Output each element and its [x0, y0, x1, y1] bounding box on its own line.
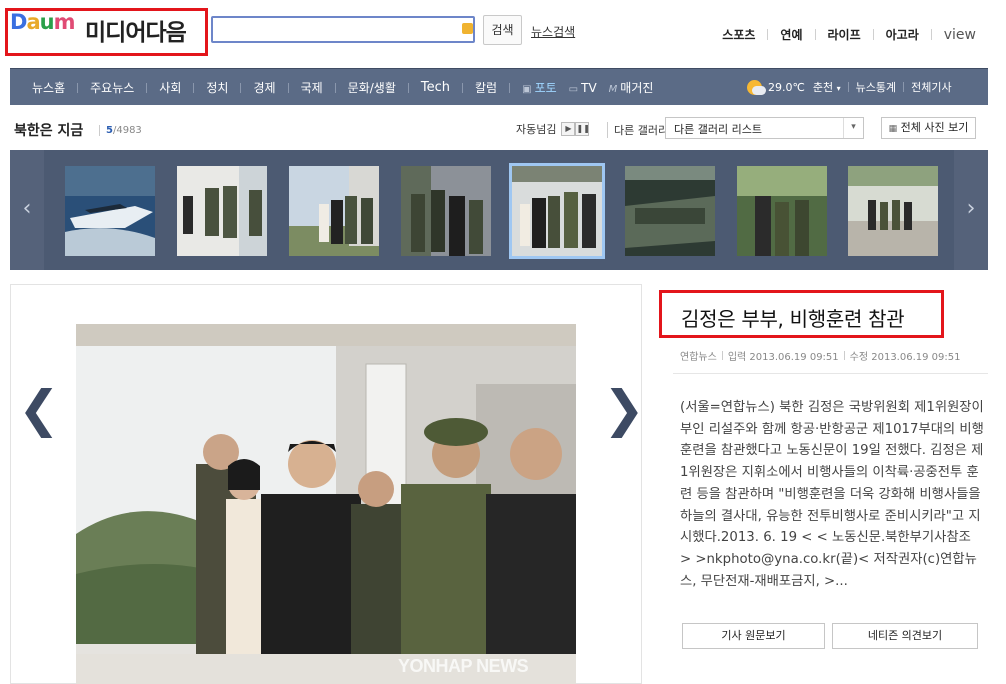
divider	[240, 82, 242, 93]
view-comments-button[interactable]: 네티즌 의견보기	[832, 623, 978, 649]
photo-prev-arrow-icon[interactable]: ❮	[18, 380, 60, 438]
thumbnail-5-selected[interactable]	[509, 163, 605, 259]
nav-item-politics[interactable]: 정치	[200, 79, 234, 96]
divider	[903, 82, 905, 92]
nav-right: 29.0℃ 춘천 ▾ 뉴스통계 전체기사	[747, 79, 952, 95]
nav-items: 뉴스홈 주요뉴스 사회 정치 경제 국제 문화/생활 Tech 칼럼 ▣ 포토 ▭…	[26, 79, 659, 96]
news-search-link[interactable]: 뉴스검색	[531, 23, 575, 40]
top-link-sports[interactable]: 스포츠	[710, 26, 767, 43]
autoplay-label: 자동넘김	[516, 123, 557, 136]
main-photo: YONHAP NEWS	[76, 324, 576, 684]
magazine-icon: M	[608, 84, 618, 95]
chevron-down-icon: ▾	[843, 118, 863, 138]
thumbnail-7[interactable]	[737, 166, 827, 256]
thumbnail-6[interactable]	[625, 166, 715, 256]
thumbnail-image-waving	[737, 166, 827, 256]
nav-item-magazine[interactable]: M 매거진	[603, 79, 660, 96]
thumbnail-image-walking	[848, 166, 938, 256]
nav-item-photo[interactable]: ▣ 포토	[516, 79, 563, 96]
weather-sun-cloud-icon	[747, 79, 766, 95]
thumbnail-1[interactable]	[65, 166, 155, 256]
gallery-counter: 5/4983	[99, 125, 142, 136]
divider	[77, 82, 79, 93]
media-daum-logo-text[interactable]: 미디어다음	[85, 13, 187, 47]
weather-city[interactable]: 춘천 ▾	[813, 79, 841, 95]
top-link-life[interactable]: 라이프	[816, 26, 873, 43]
nav-item-society[interactable]: 사회	[153, 79, 187, 96]
nav-item-news-home[interactable]: 뉴스홈	[26, 79, 71, 96]
thumbnail-image-group	[289, 166, 379, 256]
divider	[334, 82, 336, 93]
thumbnail-image-balcony	[512, 166, 602, 256]
photo-watermark: YONHAP NEWS	[398, 656, 529, 676]
daum-logo[interactable]: Daum	[10, 10, 75, 34]
thumbnail-4[interactable]	[401, 166, 491, 256]
view-original-article-button[interactable]: 기사 원문보기	[682, 623, 825, 649]
top-links: 스포츠 연예 라이프 아고라 view	[710, 26, 976, 43]
thumbnail-8[interactable]	[848, 166, 938, 256]
thumbnail-3[interactable]	[289, 166, 379, 256]
nav-item-tech[interactable]: Tech	[415, 80, 456, 95]
article-meta: 연합뉴스 입력 2013.06.19 09:51 수정 2013.06.19 0…	[680, 348, 961, 363]
divider	[287, 82, 289, 93]
tv-icon: ▭	[568, 83, 579, 95]
search-dropdown-icon[interactable]	[462, 23, 473, 34]
nav-item-column[interactable]: 칼럼	[469, 79, 503, 96]
divider	[673, 373, 988, 374]
nav-all-articles[interactable]: 전체기사	[911, 79, 951, 95]
autoplay-control: 자동넘김 ▶ ❚❚	[516, 121, 590, 137]
top-link-entertainment[interactable]: 연예	[768, 26, 814, 43]
top-link-view[interactable]: view	[932, 27, 976, 43]
article-body: (서울=연합뉴스) 북한 김정은 국방위원회 제1위원장이 부인 리설주와 함께…	[680, 400, 984, 589]
divider	[146, 82, 148, 93]
search-input[interactable]	[211, 16, 475, 43]
nav-item-tv[interactable]: ▭ TV	[563, 81, 603, 95]
photo-next-arrow-icon[interactable]: ❯	[603, 380, 645, 438]
weather-temp: 29.0℃	[768, 80, 805, 94]
nav-item-economy[interactable]: 경제	[247, 79, 281, 96]
nav-item-top-news[interactable]: 주요뉴스	[84, 79, 140, 96]
thumbnail-image-boat	[65, 166, 155, 256]
main-photo-image	[76, 324, 576, 684]
strip-next-arrow-icon[interactable]: ›	[954, 150, 988, 270]
thumbnail-image-officers	[177, 166, 267, 256]
nav-item-culture[interactable]: 문화/생활	[342, 79, 402, 96]
nav-news-stats[interactable]: 뉴스통계	[856, 79, 896, 95]
nav-item-world[interactable]: 국제	[295, 79, 329, 96]
divider	[509, 82, 511, 93]
thumbnail-image-tour	[401, 166, 491, 256]
gallery-select[interactable]: 다른 갤러리 리스트 ▾	[665, 117, 864, 139]
divider	[843, 351, 845, 360]
chevron-down-icon: ▾	[836, 84, 841, 93]
play-icon[interactable]: ▶	[561, 122, 576, 136]
article-headline: 김정은 부부, 비행훈련 참관	[681, 307, 905, 331]
search-button[interactable]: 검색	[483, 15, 522, 45]
divider	[462, 82, 464, 93]
divider	[193, 82, 195, 93]
article-modified: 수정 2013.06.19 09:51	[849, 352, 961, 363]
all-photos-button[interactable]: ▦ 전체 사진 보기	[881, 117, 976, 139]
strip-prev-arrow-icon[interactable]: ‹	[10, 150, 44, 270]
grid-icon: ▦	[888, 124, 898, 134]
article-posted: 입력 2013.06.19 09:51	[727, 352, 839, 363]
thumbnail-image-tank	[625, 166, 715, 256]
top-link-agora[interactable]: 아고라	[874, 26, 931, 43]
camera-icon: ▣	[522, 84, 532, 95]
thumbnail-strip	[10, 150, 988, 270]
divider	[721, 351, 723, 360]
divider	[407, 82, 409, 93]
pause-icon[interactable]: ❚❚	[575, 122, 590, 136]
gallery-title: 북한은 지금	[14, 123, 84, 139]
divider	[847, 82, 849, 92]
thumbnail-2[interactable]	[177, 166, 267, 256]
other-gallery-label: 다른 갤러리	[607, 122, 668, 138]
article-source[interactable]: 연합뉴스	[680, 348, 717, 363]
